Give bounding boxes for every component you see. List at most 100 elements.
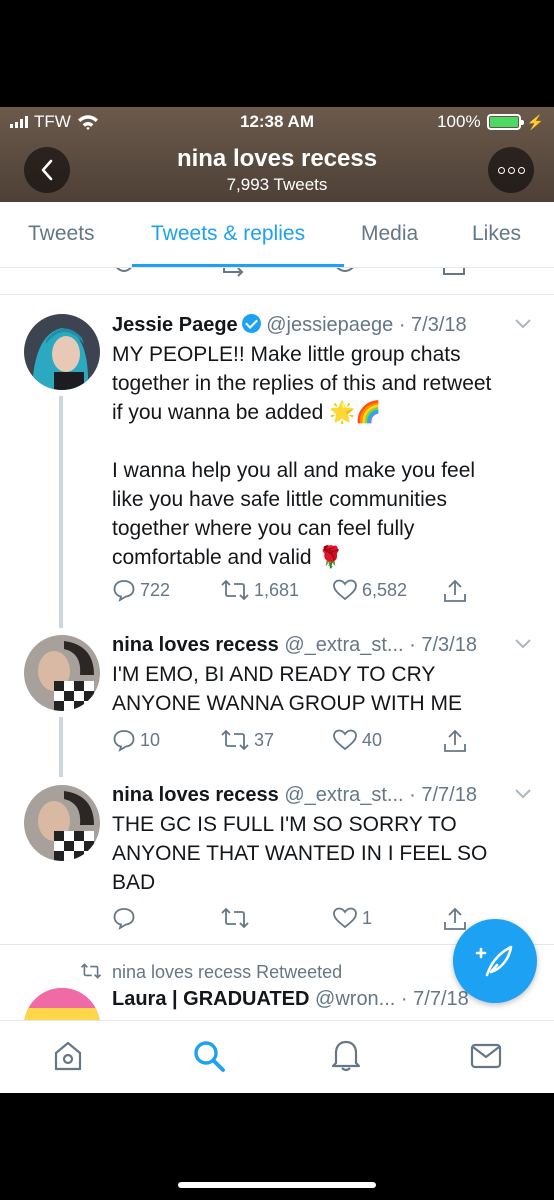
- author-handle[interactable]: @_extra_st...: [284, 784, 403, 806]
- retweet-button[interactable]: [220, 906, 254, 930]
- tweet-line: together in the replies of this and retw…: [112, 372, 492, 395]
- charging-icon: ⚡: [526, 113, 544, 130]
- notifications-icon[interactable]: [330, 1037, 362, 1073]
- thread-line: [59, 717, 63, 777]
- messages-icon[interactable]: [470, 1043, 502, 1069]
- tweet-header: nina loves recess @_extra_st... · 7/3/18: [112, 634, 477, 657]
- share-icon: [444, 579, 466, 602]
- timeline[interactable]: Jessie Paege @jessiepaege · 7/3/18 MY PE…: [0, 268, 554, 1020]
- author-name[interactable]: nina loves recess: [112, 784, 279, 806]
- battery-percent: 100%: [437, 112, 481, 131]
- like-button[interactable]: 1: [332, 906, 372, 930]
- like-count: 40: [362, 729, 383, 750]
- reply-icon: [113, 908, 135, 930]
- retweet-icon: [223, 268, 244, 277]
- author-handle[interactable]: @jessiepaege: [266, 314, 393, 336]
- share-button[interactable]: [442, 578, 468, 604]
- chevron-down-icon[interactable]: [514, 318, 532, 330]
- reply-count: 722: [140, 579, 171, 600]
- tab-likes[interactable]: Likes: [472, 222, 521, 246]
- like-icon: [333, 729, 357, 751]
- profile-tabs: Tweets Tweets & replies Media Likes: [0, 202, 554, 268]
- chevron-down-icon[interactable]: [514, 788, 532, 800]
- tweet-date: · 7/7/18: [409, 784, 477, 806]
- reply-button[interactable]: 10: [112, 728, 160, 752]
- retweeted-by-label[interactable]: nina loves recess Retweeted: [112, 962, 342, 983]
- tab-tweets-replies[interactable]: Tweets & replies: [151, 222, 305, 246]
- author-handle[interactable]: @wron...: [315, 988, 395, 1010]
- tweet-date: · 7/3/18: [398, 314, 467, 336]
- active-tab-indicator: [132, 264, 344, 267]
- retweet-icon: [80, 963, 102, 979]
- tweet-text: I'M EMO, BI AND READY TO CRY ANYONE WANN…: [112, 660, 542, 718]
- retweet-count: 37: [254, 729, 275, 750]
- compose-tweet-button[interactable]: [453, 919, 537, 1003]
- compose-icon: [475, 945, 513, 977]
- tweet-line: MY PEOPLE!! Make little group chats: [112, 343, 461, 366]
- tweet-date: · 7/7/18: [400, 988, 469, 1010]
- avatar[interactable]: [24, 785, 100, 861]
- like-count: 1: [362, 907, 373, 928]
- share-icon: [443, 268, 465, 275]
- reply-icon: [113, 730, 135, 752]
- like-button[interactable]: 40: [332, 728, 382, 752]
- reply-icon: [116, 268, 132, 272]
- bottom-tab-bar: [0, 1020, 554, 1093]
- tweet-line: THE GC IS FULL I'M SO SORRY TO: [112, 813, 457, 836]
- like-icon: [336, 268, 354, 272]
- share-icon: [444, 907, 466, 930]
- more-button[interactable]: [488, 147, 534, 193]
- author-name[interactable]: Jessie Paege: [112, 314, 238, 336]
- avatar[interactable]: [24, 635, 100, 711]
- tweet-header: Jessie Paege @jessiepaege · 7/3/18: [112, 314, 467, 337]
- tweet-line: like you have safe little communities: [112, 488, 447, 511]
- home-icon[interactable]: [52, 1039, 84, 1073]
- tab-media[interactable]: Media: [361, 222, 418, 246]
- tab-tweets[interactable]: Tweets: [28, 222, 95, 246]
- avatar[interactable]: [24, 314, 100, 390]
- retweet-icon: [221, 729, 249, 751]
- retweet-button[interactable]: 1,681: [220, 578, 299, 602]
- tweet-line: ANYONE THAT WANTED IN I FEEL SO: [112, 842, 488, 865]
- tweet-line: together where you can feel fully: [112, 517, 415, 540]
- like-button[interactable]: 6,582: [332, 578, 407, 602]
- profile-title: nina loves recess: [176, 145, 378, 172]
- tweet-line: if you wanna be added 🌟🌈: [112, 401, 382, 424]
- like-count: 6,582: [362, 579, 408, 600]
- share-button[interactable]: [442, 906, 468, 932]
- tweet-line: [112, 427, 542, 456]
- tweet-line: I wanna help you all and make you feel: [112, 459, 476, 482]
- divider: [0, 294, 554, 295]
- retweet-icon: [221, 907, 249, 929]
- like-icon: [333, 579, 357, 601]
- thread-line: [59, 396, 63, 628]
- tweet-line: comfortable and valid 🌹: [112, 546, 344, 569]
- author-handle[interactable]: @_extra_st...: [284, 634, 403, 656]
- share-button[interactable]: [442, 728, 468, 754]
- status-bar: TFW 12:38 AM 100% ⚡: [0, 107, 554, 137]
- avatar[interactable]: [24, 988, 100, 1020]
- reply-button[interactable]: 722: [112, 578, 170, 602]
- tweet-text: THE GC IS FULL I'M SO SORRY TO ANYONE TH…: [112, 810, 542, 897]
- author-name[interactable]: Laura | GRADUATED: [112, 988, 309, 1010]
- tweet-line: I'M EMO, BI AND READY TO CRY: [112, 663, 436, 686]
- tweet-header: nina loves recess @_extra_st... · 7/7/18: [112, 784, 477, 807]
- tweet-header: Laura | GRADUATED @wron... · 7/7/18: [112, 988, 469, 1011]
- verified-badge-icon: [241, 314, 261, 333]
- search-icon[interactable]: [192, 1039, 226, 1073]
- author-name[interactable]: nina loves recess: [112, 634, 279, 656]
- tweet-count: 7,993 Tweets: [226, 175, 328, 194]
- more-icon: [497, 166, 505, 174]
- tweet-line: BAD: [112, 871, 156, 894]
- share-icon: [444, 729, 466, 752]
- tweet-text: MY PEOPLE!! Make little group chats toge…: [112, 340, 542, 572]
- chevron-down-icon[interactable]: [514, 638, 532, 650]
- battery-group: 100% ⚡: [437, 112, 544, 132]
- like-icon: [333, 907, 357, 929]
- reply-icon: [113, 580, 135, 602]
- tweet-line: ANYONE WANNA GROUP WITH ME: [112, 692, 463, 715]
- tweet-date: · 7/3/18: [409, 634, 477, 656]
- reply-button[interactable]: [112, 906, 140, 930]
- retweet-button[interactable]: 37: [220, 728, 274, 752]
- retweet-icon: [221, 579, 249, 601]
